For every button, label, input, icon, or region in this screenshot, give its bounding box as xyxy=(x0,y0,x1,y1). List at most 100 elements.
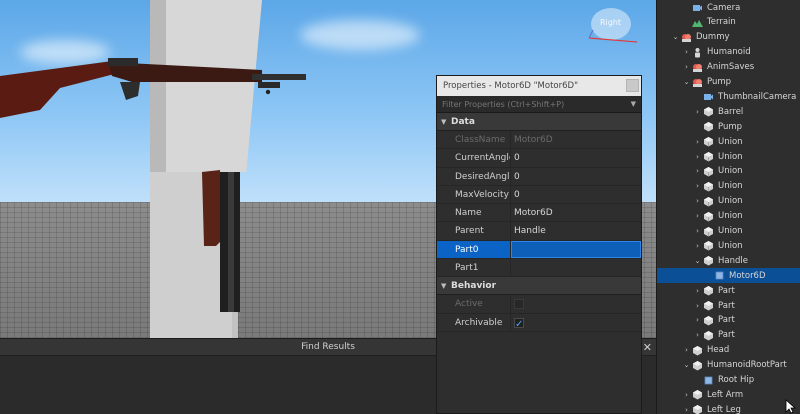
chevron-right-icon[interactable]: › xyxy=(692,316,703,324)
explorer-item-union[interactable]: › Union xyxy=(657,134,800,149)
close-icon[interactable]: ✕ xyxy=(643,339,652,356)
explorer-item-label: Part xyxy=(718,315,735,326)
properties-title-bar[interactable]: Properties - Motor6D "Motor6D" xyxy=(437,76,641,96)
filter-properties-input[interactable] xyxy=(442,99,631,109)
explorer-item-label: Union xyxy=(718,136,743,147)
explorer-item-thumbnailcamera[interactable]: ThumbnailCamera xyxy=(657,89,800,104)
explorer-item-humanoidrootpart[interactable]: ⌄ HumanoidRootPart xyxy=(657,358,800,373)
property-value[interactable]: 0 xyxy=(514,153,520,163)
property-row-maxvelocity[interactable]: MaxVelocity 0 xyxy=(437,185,641,205)
explorer-item-left-arm[interactable]: › Left Arm xyxy=(657,387,800,402)
property-value-cell[interactable] xyxy=(511,259,641,276)
property-value[interactable]: Handle xyxy=(514,226,546,236)
explorer-item-union[interactable]: › Union xyxy=(657,209,800,224)
explorer-item-union[interactable]: › Union xyxy=(657,224,800,239)
property-value-cell[interactable]: 0 xyxy=(511,149,641,166)
chevron-right-icon[interactable]: › xyxy=(681,63,692,71)
property-value-cell[interactable] xyxy=(511,240,641,259)
explorer-item-animsaves[interactable]: › AnimSaves xyxy=(657,60,800,75)
section-header-data[interactable]: ▼ Data xyxy=(437,113,641,131)
explorer-item-dummy[interactable]: ⌄ Dummy xyxy=(657,30,800,45)
section-header-behavior[interactable]: ▼ Behavior xyxy=(437,277,641,296)
pump-shotgun-model[interactable] xyxy=(0,48,310,118)
explorer-item-label: Pump xyxy=(707,77,732,87)
held-shotgun-model[interactable] xyxy=(200,170,244,315)
chevron-right-icon[interactable]: › xyxy=(681,48,692,56)
property-value-cell[interactable] xyxy=(511,295,641,312)
chevron-down-icon[interactable]: ⌄ xyxy=(681,361,692,369)
window-button[interactable] xyxy=(626,79,639,92)
explorer-item-label: Barrel xyxy=(718,106,744,117)
chevron-right-icon[interactable]: › xyxy=(692,287,703,295)
chevron-right-icon[interactable]: › xyxy=(692,302,703,310)
property-row-classname[interactable]: ClassName Motor6D xyxy=(437,131,641,150)
explorer-item-terrain[interactable]: Terrain xyxy=(657,15,800,30)
checkbox[interactable] xyxy=(514,299,524,310)
chevron-down-icon[interactable]: ▼ xyxy=(441,282,451,290)
explorer-item-union[interactable]: › Union xyxy=(657,194,800,209)
chevron-right-icon[interactable]: › xyxy=(692,197,703,205)
chevron-right-icon[interactable]: › xyxy=(692,331,703,339)
explorer-item-label: Union xyxy=(718,211,743,222)
property-row-parent[interactable]: Parent Handle xyxy=(437,222,641,241)
explorer-item-union[interactable]: › Union xyxy=(657,179,800,194)
property-row-currentangle[interactable]: CurrentAngle 0 xyxy=(437,149,641,168)
explorer-item-pump[interactable]: ⌄ Pump xyxy=(657,75,800,90)
explorer-item-pump[interactable]: Pump xyxy=(657,119,800,134)
property-value[interactable]: 0 xyxy=(514,172,520,182)
explorer-item-motor6d[interactable]: Motor6D xyxy=(657,268,800,284)
property-row-part0[interactable]: Part0 xyxy=(437,240,641,260)
part-icon xyxy=(692,345,703,356)
chevron-right-icon[interactable]: › xyxy=(692,138,703,146)
property-row-part1[interactable]: Part1 xyxy=(437,259,641,278)
chevron-right-icon[interactable]: › xyxy=(692,108,703,116)
property-row-active[interactable]: Active xyxy=(437,295,641,314)
chevron-right-icon[interactable]: › xyxy=(681,391,692,399)
explorer-item-union[interactable]: › Union xyxy=(657,149,800,164)
chevron-down-icon[interactable]: ▼ xyxy=(631,100,636,108)
property-row-desiredangle[interactable]: DesiredAngle 0 xyxy=(437,167,641,186)
chevron-right-icon[interactable]: › xyxy=(692,182,703,190)
explorer-item-left-leg[interactable]: › Left Leg xyxy=(657,402,800,414)
property-value-cell[interactable]: Motor6D xyxy=(511,204,641,221)
chevron-down-icon[interactable]: ⌄ xyxy=(681,78,692,86)
chevron-right-icon[interactable]: › xyxy=(692,153,703,161)
property-value-cell[interactable] xyxy=(511,314,641,334)
explorer-item-camera[interactable]: Camera xyxy=(657,0,800,15)
cloud xyxy=(300,20,420,50)
chevron-right-icon[interactable]: › xyxy=(681,346,692,354)
section-label: Data xyxy=(451,116,475,127)
property-value[interactable]: 0 xyxy=(514,190,520,200)
property-value-cell[interactable]: 0 xyxy=(511,186,641,203)
explorer-item-part[interactable]: › Part xyxy=(657,298,800,313)
chevron-right-icon[interactable]: › xyxy=(692,212,703,220)
chevron-down-icon[interactable]: ⌄ xyxy=(692,257,703,265)
chevron-down-icon[interactable]: ▼ xyxy=(441,118,451,126)
explorer-item-union[interactable]: › Union xyxy=(657,164,800,179)
property-value[interactable]: Motor6D xyxy=(514,208,553,218)
explorer-item-part[interactable]: › Part xyxy=(657,283,800,298)
chevron-down-icon[interactable]: ⌄ xyxy=(670,33,681,41)
property-value-cell[interactable]: Motor6D xyxy=(511,131,641,148)
checkbox[interactable] xyxy=(514,316,524,334)
property-value-cell[interactable]: Handle xyxy=(511,222,641,239)
chevron-right-icon[interactable]: › xyxy=(681,406,692,414)
property-value[interactable]: Motor6D xyxy=(514,135,553,145)
property-value-cell[interactable]: 0 xyxy=(511,168,641,185)
explorer-item-part[interactable]: › Part xyxy=(657,328,800,343)
property-row-archivable[interactable]: Archivable xyxy=(437,313,641,334)
properties-filter: ▼ xyxy=(437,96,641,113)
explorer-item-barrel[interactable]: › Barrel xyxy=(657,104,800,119)
property-row-name[interactable]: Name Motor6D xyxy=(437,204,641,223)
explorer-item-part[interactable]: › Part xyxy=(657,313,800,328)
explorer-item-label: Left Leg xyxy=(707,404,741,414)
explorer-item-head[interactable]: › Head xyxy=(657,343,800,358)
explorer-item-root-hip[interactable]: Root Hip xyxy=(657,373,800,388)
explorer-item-handle[interactable]: ⌄ Handle xyxy=(657,253,800,268)
chevron-right-icon[interactable]: › xyxy=(692,167,703,175)
chevron-right-icon[interactable]: › xyxy=(692,227,703,235)
chevron-right-icon[interactable]: › xyxy=(692,242,703,250)
explorer-item-union[interactable]: › Union xyxy=(657,238,800,253)
explorer-item-label: Union xyxy=(718,196,743,207)
explorer-item-humanoid[interactable]: › Humanoid xyxy=(657,45,800,60)
